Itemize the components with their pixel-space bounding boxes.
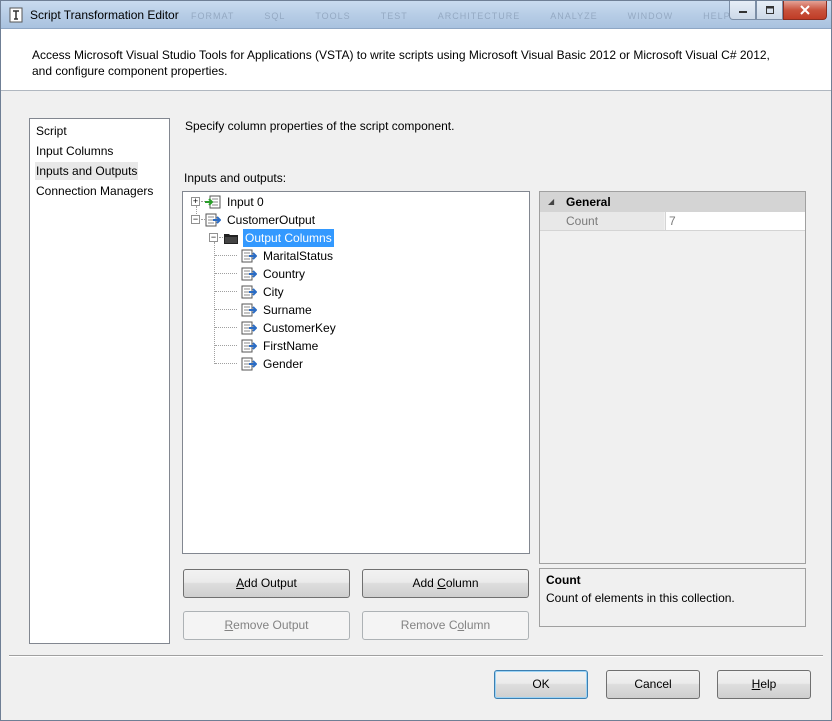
footer-separator bbox=[9, 655, 823, 657]
add-output-button[interactable]: Add Output bbox=[183, 569, 350, 598]
tree-node-input-label: Input 0 bbox=[227, 195, 264, 209]
maximize-button[interactable] bbox=[756, 1, 783, 20]
property-category-label: General bbox=[566, 195, 611, 209]
property-help-panel: Count Count of elements in this collecti… bbox=[539, 568, 806, 627]
column-label: City bbox=[263, 285, 284, 299]
property-grid[interactable]: ◢ General Count 7 bbox=[539, 191, 806, 564]
input-icon bbox=[205, 195, 221, 209]
add-column-button[interactable]: Add Column bbox=[362, 569, 529, 598]
folder-icon bbox=[224, 234, 238, 244]
collapse-output-columns-toggle[interactable]: − bbox=[209, 233, 218, 242]
minimize-button[interactable] bbox=[729, 1, 756, 20]
column-label: Surname bbox=[263, 303, 312, 317]
column-icon bbox=[241, 285, 257, 299]
property-category-general[interactable]: ◢ General bbox=[540, 192, 805, 212]
help-button[interactable]: Help bbox=[717, 670, 811, 699]
nav-item-connection-managers[interactable]: Connection Managers bbox=[36, 182, 153, 200]
column-icon bbox=[241, 303, 257, 317]
column-icon bbox=[241, 357, 257, 371]
remove-column-button[interactable]: Remove Column bbox=[362, 611, 529, 640]
description-header: Access Microsoft Visual Studio Tools for… bbox=[1, 29, 831, 91]
nav-item-input-columns[interactable]: Input Columns bbox=[36, 142, 113, 160]
column-label: MaritalStatus bbox=[263, 249, 334, 263]
background-menu-ghost: FORMAT SQL TOOLS TEST ARCHITECTURE ANALYZE WIN… bbox=[191, 11, 731, 21]
property-value: 7 bbox=[665, 212, 805, 230]
tree-node-output-label: CustomerOutput bbox=[227, 213, 316, 227]
property-name: Count bbox=[540, 212, 664, 230]
column-icon bbox=[241, 339, 257, 353]
column-label: Gender bbox=[263, 357, 304, 371]
editor-description: Access Microsoft Visual Studio Tools for… bbox=[32, 48, 770, 78]
instruction-text: Specify column properties of the script … bbox=[185, 119, 455, 133]
cancel-button[interactable]: Cancel bbox=[606, 670, 700, 699]
property-help-title: Count bbox=[546, 573, 581, 587]
property-help-text: Count of elements in this collection. bbox=[546, 591, 735, 605]
output-icon bbox=[205, 213, 221, 227]
property-row-count[interactable]: Count 7 bbox=[540, 212, 805, 231]
nav-item-inputs-and-outputs[interactable]: Inputs and Outputs bbox=[35, 162, 139, 180]
expand-input-0-toggle[interactable]: + bbox=[191, 197, 200, 206]
restore-icon bbox=[765, 6, 774, 14]
script-app-icon bbox=[9, 7, 23, 23]
collapse-triangle-icon[interactable]: ◢ bbox=[548, 197, 554, 206]
column-label: FirstName bbox=[263, 339, 319, 353]
close-button[interactable] bbox=[783, 1, 827, 20]
ok-button[interactable]: OK bbox=[494, 670, 588, 699]
collapse-output-toggle[interactable]: − bbox=[191, 215, 200, 224]
column-label: Country bbox=[263, 267, 306, 281]
title-bar[interactable]: Script Transformation Editor FORMAT SQL TO… bbox=[1, 1, 831, 29]
script-transformation-editor-window: Script Transformation Editor FORMAT SQL TO… bbox=[0, 0, 832, 721]
nav-item-script[interactable]: Script bbox=[36, 122, 67, 140]
column-icon bbox=[241, 267, 257, 281]
column-icon bbox=[241, 321, 257, 335]
remove-output-button[interactable]: Remove Output bbox=[183, 611, 350, 640]
tree-node-output-columns-label: Output Columns bbox=[243, 229, 334, 247]
page-navigation-list: Script Input Columns Inputs and Outputs … bbox=[29, 118, 170, 644]
column-icon bbox=[241, 249, 257, 263]
close-icon bbox=[800, 5, 810, 15]
inputs-outputs-label: Inputs and outputs: bbox=[184, 171, 287, 185]
inputs-outputs-tree[interactable]: + Input 0 − CustomerOutput − Output Colu… bbox=[182, 191, 530, 554]
minimize-icon bbox=[738, 11, 747, 13]
column-label: CustomerKey bbox=[263, 321, 336, 335]
window-title: Script Transformation Editor bbox=[30, 8, 179, 22]
